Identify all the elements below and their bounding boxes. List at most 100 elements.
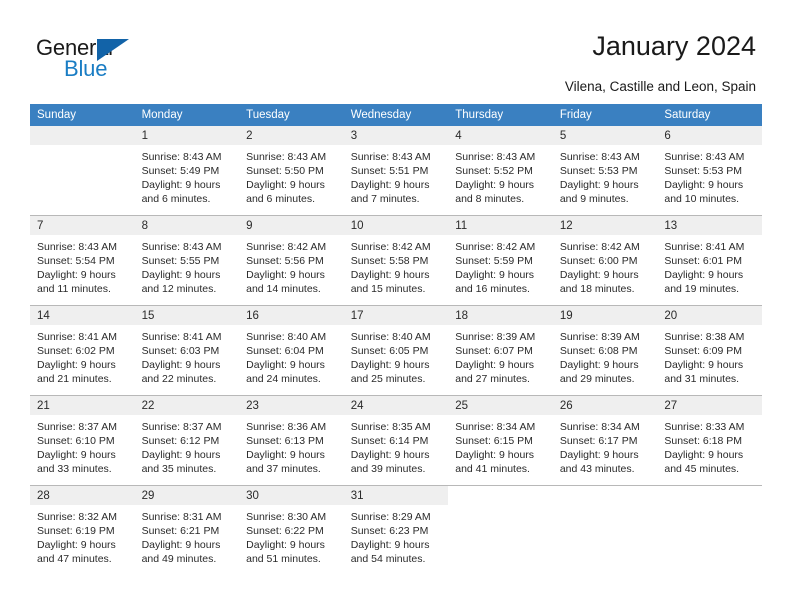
calendar-empty-cell <box>448 486 553 575</box>
calendar-week-row: 21 Sunrise: 8:37 AM Sunset: 6:10 PM Dayli… <box>30 396 762 485</box>
calendar-day-cell[interactable]: 18 Sunrise: 8:39 AM Sunset: 6:07 PM Dayli… <box>448 306 553 395</box>
day-number: 14 <box>30 306 135 325</box>
weekday-header-sunday: Sunday <box>30 104 135 126</box>
calendar-day-cell[interactable]: 19 Sunrise: 8:39 AM Sunset: 6:08 PM Dayli… <box>552 306 658 395</box>
day-cell-inner: 3 Sunrise: 8:43 AM Sunset: 5:51 PM Daylig… <box>343 126 449 215</box>
day-cell-inner: 14 Sunrise: 8:41 AM Sunset: 6:02 PM Dayli… <box>30 306 135 395</box>
day-number: 3 <box>343 126 449 145</box>
day-number: 9 <box>239 216 344 235</box>
calendar-empty-cell <box>552 486 658 575</box>
day-number: 5 <box>552 126 658 145</box>
day-cell-inner: 24 Sunrise: 8:35 AM Sunset: 6:14 PM Dayli… <box>343 396 449 485</box>
day-number <box>657 486 762 505</box>
calendar-day-cell[interactable]: 12 Sunrise: 8:42 AM Sunset: 6:00 PM Dayli… <box>552 216 658 305</box>
calendar-empty-cell <box>30 126 135 215</box>
day-number: 8 <box>134 216 240 235</box>
day-number: 31 <box>343 486 449 505</box>
day-sun-info <box>657 505 762 510</box>
day-sun-info: Sunrise: 8:42 AM Sunset: 6:00 PM Dayligh… <box>559 241 640 295</box>
day-cell-inner: 23 Sunrise: 8:36 AM Sunset: 6:13 PM Dayli… <box>239 396 344 485</box>
day-cell-inner: 22 Sunrise: 8:37 AM Sunset: 6:12 PM Dayli… <box>134 396 240 485</box>
day-sun-info: Sunrise: 8:43 AM Sunset: 5:49 PM Dayligh… <box>141 151 222 205</box>
calendar-day-cell[interactable]: 11 Sunrise: 8:42 AM Sunset: 5:59 PM Dayli… <box>448 216 553 305</box>
calendar-day-cell[interactable]: 26 Sunrise: 8:34 AM Sunset: 6:17 PM Dayli… <box>552 396 658 485</box>
day-sun-info: Sunrise: 8:41 AM Sunset: 6:01 PM Dayligh… <box>664 241 745 295</box>
day-cell-inner: 27 Sunrise: 8:33 AM Sunset: 6:18 PM Dayli… <box>657 396 762 485</box>
day-number: 13 <box>657 216 762 235</box>
day-cell-inner: 19 Sunrise: 8:39 AM Sunset: 6:08 PM Dayli… <box>552 306 658 395</box>
calendar-day-cell[interactable]: 29 Sunrise: 8:31 AM Sunset: 6:21 PM Dayli… <box>134 486 240 575</box>
calendar-day-cell[interactable]: 8 Sunrise: 8:43 AM Sunset: 5:55 PM Daylig… <box>134 216 240 305</box>
calendar-week-row: 7 Sunrise: 8:43 AM Sunset: 5:54 PM Daylig… <box>30 216 762 305</box>
day-sun-info: Sunrise: 8:42 AM Sunset: 5:59 PM Dayligh… <box>455 241 536 295</box>
calendar-day-cell[interactable]: 9 Sunrise: 8:42 AM Sunset: 5:56 PM Daylig… <box>239 216 344 305</box>
day-number: 11 <box>448 216 553 235</box>
calendar-day-cell[interactable]: 16 Sunrise: 8:40 AM Sunset: 6:04 PM Dayli… <box>239 306 344 395</box>
calendar-day-cell[interactable]: 23 Sunrise: 8:36 AM Sunset: 6:13 PM Dayli… <box>239 396 344 485</box>
day-sun-info: Sunrise: 8:37 AM Sunset: 6:10 PM Dayligh… <box>37 421 117 475</box>
calendar-day-cell[interactable]: 22 Sunrise: 8:37 AM Sunset: 6:12 PM Dayli… <box>134 396 240 485</box>
calendar-day-cell[interactable]: 4 Sunrise: 8:43 AM Sunset: 5:52 PM Daylig… <box>448 126 553 215</box>
day-cell-inner: 20 Sunrise: 8:38 AM Sunset: 6:09 PM Dayli… <box>657 306 762 395</box>
day-cell-inner: 8 Sunrise: 8:43 AM Sunset: 5:55 PM Daylig… <box>134 216 240 305</box>
day-number: 10 <box>343 216 449 235</box>
calendar-empty-cell <box>657 486 762 575</box>
calendar-header-row: Sunday Monday Tuesday Wednesday Thursday Frid… <box>30 104 762 126</box>
calendar-day-cell[interactable]: 2 Sunrise: 8:43 AM Sunset: 5:50 PM Daylig… <box>239 126 344 215</box>
day-sun-info: Sunrise: 8:39 AM Sunset: 6:07 PM Dayligh… <box>455 331 536 385</box>
weekday-header-monday: Monday <box>134 104 240 126</box>
day-sun-info <box>30 145 135 150</box>
calendar-day-cell[interactable]: 14 Sunrise: 8:41 AM Sunset: 6:02 PM Dayli… <box>30 306 135 395</box>
day-number: 29 <box>134 486 240 505</box>
calendar-day-cell[interactable]: 28 Sunrise: 8:32 AM Sunset: 6:19 PM Dayli… <box>30 486 135 575</box>
day-sun-info: Sunrise: 8:38 AM Sunset: 6:09 PM Dayligh… <box>664 331 745 385</box>
calendar-week-row: 28 Sunrise: 8:32 AM Sunset: 6:19 PM Dayli… <box>30 486 762 575</box>
calendar-day-cell[interactable]: 13 Sunrise: 8:41 AM Sunset: 6:01 PM Dayli… <box>657 216 762 305</box>
day-cell-inner: 15 Sunrise: 8:41 AM Sunset: 6:03 PM Dayli… <box>134 306 240 395</box>
calendar-day-cell[interactable]: 25 Sunrise: 8:34 AM Sunset: 6:15 PM Dayli… <box>448 396 553 485</box>
calendar-day-cell[interactable]: 27 Sunrise: 8:33 AM Sunset: 6:18 PM Dayli… <box>657 396 762 485</box>
calendar-day-cell[interactable]: 21 Sunrise: 8:37 AM Sunset: 6:10 PM Dayli… <box>30 396 135 485</box>
day-number: 24 <box>343 396 449 415</box>
day-sun-info: Sunrise: 8:40 AM Sunset: 6:05 PM Dayligh… <box>350 331 431 385</box>
day-sun-info: Sunrise: 8:32 AM Sunset: 6:19 PM Dayligh… <box>37 511 117 565</box>
day-number: 7 <box>30 216 135 235</box>
calendar-day-cell[interactable]: 20 Sunrise: 8:38 AM Sunset: 6:09 PM Dayli… <box>657 306 762 395</box>
day-sun-info: Sunrise: 8:43 AM Sunset: 5:52 PM Dayligh… <box>455 151 536 205</box>
day-cell-inner <box>30 126 135 215</box>
calendar-day-cell[interactable]: 17 Sunrise: 8:40 AM Sunset: 6:05 PM Dayli… <box>343 306 449 395</box>
day-cell-inner: 29 Sunrise: 8:31 AM Sunset: 6:21 PM Dayli… <box>134 486 240 575</box>
calendar-day-cell[interactable]: 5 Sunrise: 8:43 AM Sunset: 5:53 PM Daylig… <box>552 126 658 215</box>
day-cell-inner: 7 Sunrise: 8:43 AM Sunset: 5:54 PM Daylig… <box>30 216 135 305</box>
calendar-week-row: 1 Sunrise: 8:43 AM Sunset: 5:49 PM Daylig… <box>30 126 762 215</box>
calendar-day-cell[interactable]: 31 Sunrise: 8:29 AM Sunset: 6:23 PM Dayli… <box>343 486 449 575</box>
day-number: 6 <box>657 126 762 145</box>
calendar-day-cell[interactable]: 30 Sunrise: 8:30 AM Sunset: 6:22 PM Dayli… <box>239 486 344 575</box>
day-number: 30 <box>239 486 344 505</box>
calendar-day-cell[interactable]: 1 Sunrise: 8:43 AM Sunset: 5:49 PM Daylig… <box>134 126 240 215</box>
day-number: 17 <box>343 306 449 325</box>
day-sun-info: Sunrise: 8:43 AM Sunset: 5:54 PM Dayligh… <box>37 241 117 295</box>
calendar-day-cell[interactable]: 15 Sunrise: 8:41 AM Sunset: 6:03 PM Dayli… <box>134 306 240 395</box>
page-subtitle-location: Vilena, Castille and Leon, Spain <box>564 79 756 94</box>
day-sun-info: Sunrise: 8:29 AM Sunset: 6:23 PM Dayligh… <box>350 511 431 565</box>
day-cell-inner: 13 Sunrise: 8:41 AM Sunset: 6:01 PM Dayli… <box>657 216 762 305</box>
calendar-body: 1 Sunrise: 8:43 AM Sunset: 5:49 PM Daylig… <box>30 126 762 575</box>
day-sun-info: Sunrise: 8:31 AM Sunset: 6:21 PM Dayligh… <box>141 511 222 565</box>
day-cell-inner: 1 Sunrise: 8:43 AM Sunset: 5:49 PM Daylig… <box>134 126 240 215</box>
day-sun-info: Sunrise: 8:36 AM Sunset: 6:13 PM Dayligh… <box>246 421 327 475</box>
day-cell-inner: 25 Sunrise: 8:34 AM Sunset: 6:15 PM Dayli… <box>448 396 553 485</box>
calendar-day-cell[interactable]: 7 Sunrise: 8:43 AM Sunset: 5:54 PM Daylig… <box>30 216 135 305</box>
calendar-day-cell[interactable]: 3 Sunrise: 8:43 AM Sunset: 5:51 PM Daylig… <box>343 126 449 215</box>
calendar-day-cell[interactable]: 10 Sunrise: 8:42 AM Sunset: 5:58 PM Dayli… <box>343 216 449 305</box>
day-sun-info: Sunrise: 8:42 AM Sunset: 5:58 PM Dayligh… <box>350 241 431 295</box>
day-sun-info: Sunrise: 8:35 AM Sunset: 6:14 PM Dayligh… <box>350 421 431 475</box>
day-cell-inner: 21 Sunrise: 8:37 AM Sunset: 6:10 PM Dayli… <box>30 396 135 485</box>
calendar-day-cell[interactable]: 6 Sunrise: 8:43 AM Sunset: 5:53 PM Daylig… <box>657 126 762 215</box>
page-header: General Blue January 2024 Vilena, Castil… <box>0 0 792 104</box>
day-sun-info: Sunrise: 8:41 AM Sunset: 6:03 PM Dayligh… <box>141 331 222 385</box>
calendar-day-cell[interactable]: 24 Sunrise: 8:35 AM Sunset: 6:14 PM Dayli… <box>343 396 449 485</box>
day-sun-info: Sunrise: 8:43 AM Sunset: 5:51 PM Dayligh… <box>350 151 431 205</box>
day-cell-inner <box>552 486 658 575</box>
day-sun-info: Sunrise: 8:42 AM Sunset: 5:56 PM Dayligh… <box>246 241 327 295</box>
